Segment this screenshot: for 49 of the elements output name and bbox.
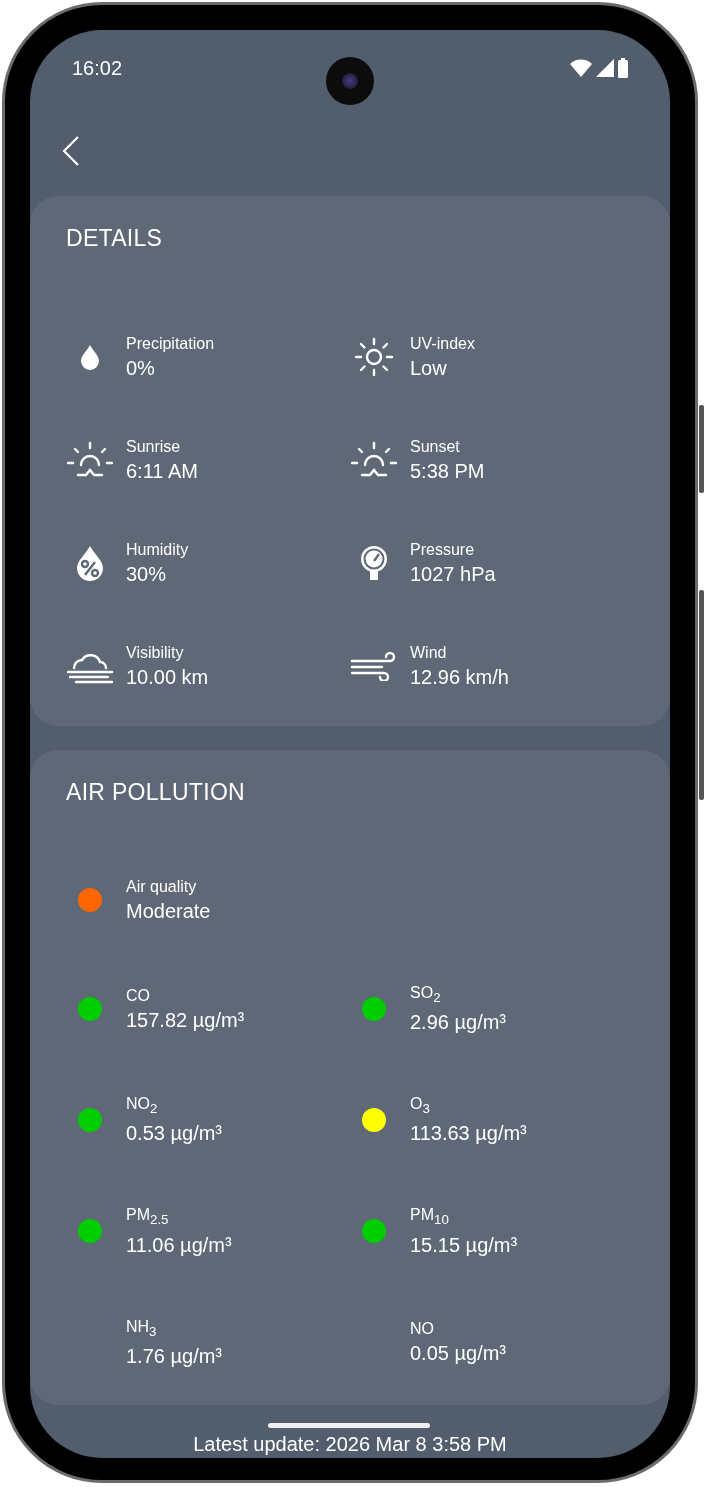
pollutant-value: 0.53 µg/m³ (126, 1121, 222, 1147)
gauge-icon (359, 544, 389, 582)
detail-value: 10.00 km (126, 665, 209, 690)
pollutant-value: 157.82 µg/m³ (126, 1007, 245, 1033)
signal-icon (596, 59, 614, 77)
sunset-icon (350, 441, 398, 479)
detail-value: 5:38 PM (410, 459, 485, 484)
detail-label: Sunrise (126, 437, 182, 457)
drop-icon (79, 343, 101, 371)
pollutant-value: 1.76 µg/m³ (126, 1343, 222, 1369)
detail-label: Humidity (126, 540, 189, 560)
card-title: AIR POLLUTION (66, 778, 246, 806)
pollutant-label: NO (410, 1319, 435, 1340)
detail-value: 0% (126, 356, 156, 381)
sun-icon (353, 336, 395, 378)
wifi-icon (570, 59, 592, 77)
detail-value: 12.96 km/h (410, 665, 509, 690)
air-quality-label: Air quality (126, 877, 198, 897)
detail-label: Sunset (410, 437, 461, 457)
detail-label: Wind (410, 643, 448, 663)
air-quality-value: Moderate (126, 899, 211, 924)
pollutant-value: 2.96 µg/m³ (410, 1010, 506, 1036)
pollutant-value: 11.06 µg/m³ (126, 1232, 232, 1258)
status-time: 16:02 (72, 56, 123, 80)
detail-value: 1027 hPa (410, 562, 496, 587)
wind-icon (350, 651, 398, 681)
detail-label: Precipitation (126, 334, 215, 354)
detail-value: 30% (126, 562, 168, 587)
camera-icon (326, 57, 374, 105)
sunrise-icon (66, 441, 114, 479)
detail-label: Pressure (410, 540, 476, 560)
pollutant-label: NH$_{3}$ (126, 1316, 158, 1341)
pollutant-value: 0.05 µg/m³ (410, 1341, 506, 1367)
detail-value: 6:11 AM (126, 459, 198, 484)
detail-label: UV-index (410, 334, 475, 354)
latest-update-text: Latest update: 2026 Mar 8 3:58 PM (193, 1432, 507, 1456)
pollutant-label: CO (126, 985, 151, 1006)
detail-label: Visibility (126, 643, 185, 663)
card-title: DETAILS (66, 224, 164, 252)
pollutant-label: PM$_{2.5}$ (126, 1205, 170, 1230)
detail-value: Low (410, 356, 448, 381)
pollutant-value: 15.15 µg/m³ (410, 1232, 518, 1258)
pollutant-label: O$_{3}$ (410, 1094, 431, 1119)
battery-icon (618, 58, 628, 78)
pollutant-label: PM$_{10}$ (410, 1205, 450, 1230)
pollutant-label: NO$_{2}$ (126, 1094, 159, 1119)
humidity-icon (75, 544, 105, 582)
pollutant-label: SO$_{2}$ (410, 983, 442, 1008)
pollutant-value: 113.63 µg/m³ (410, 1121, 527, 1147)
